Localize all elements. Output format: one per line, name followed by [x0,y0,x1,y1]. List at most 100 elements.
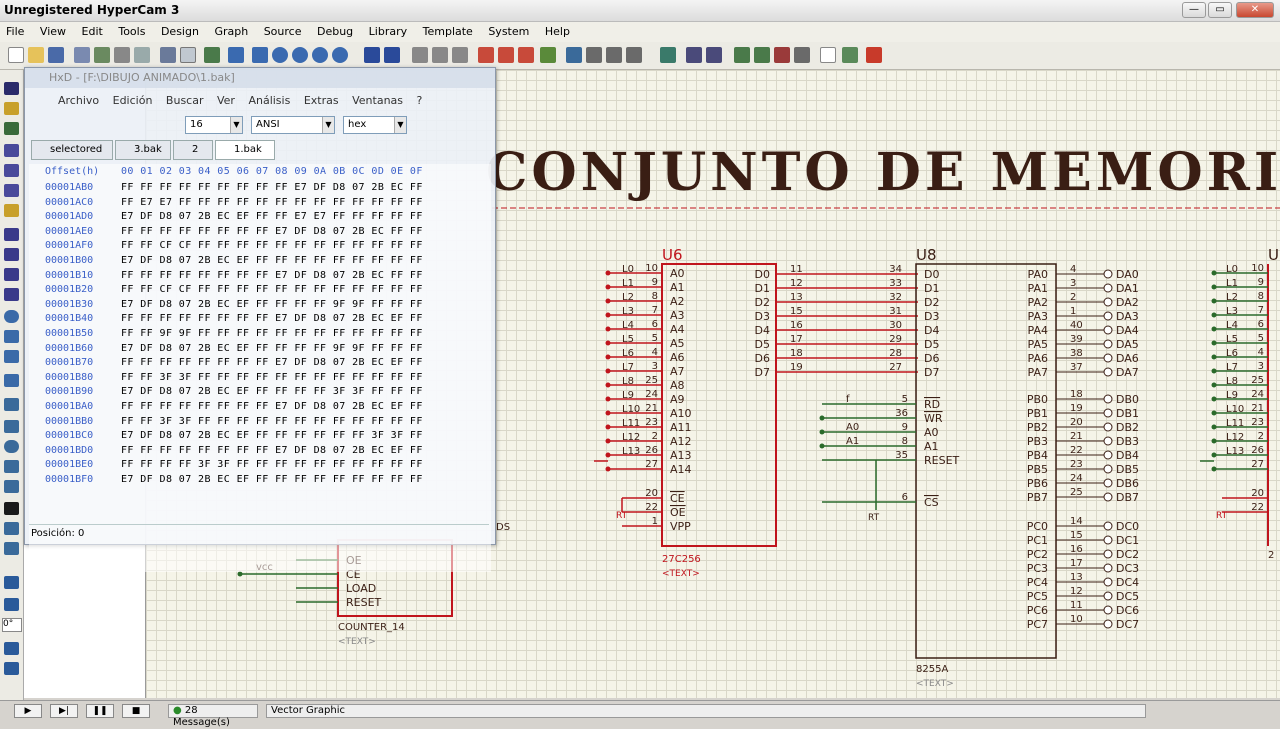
hex-row[interactable]: 00001AD0 E7 DF D8 07 2B EC EF FF FF E7 E7… [29,211,491,226]
hxd-charset-select[interactable]: ANSI ▼ [251,116,335,134]
paste-icon[interactable] [452,47,468,63]
menu-graph[interactable]: Graph [208,22,254,38]
block-copy-icon[interactable] [478,47,494,63]
angle-field[interactable]: 0° [2,618,22,632]
decompose-icon[interactable] [626,47,642,63]
hxd-tab-selectored[interactable]: selectored [31,140,113,160]
junction-mode-icon[interactable] [4,122,19,135]
component-mode-icon[interactable] [4,102,19,115]
copy-icon[interactable] [432,47,448,63]
selection-mode-icon[interactable] [4,82,19,95]
redraw-icon[interactable] [160,47,176,63]
hxd-menu-ver[interactable]: Ver [212,92,240,109]
hex-row[interactable]: 00001B20 FF FF CF CF FF FF FF FF FF FF FF… [29,284,491,299]
stop-button[interactable]: ■ [122,704,150,718]
hex-row[interactable]: 00001B70 FF FF FF FF FF FF FF FF E7 DF D8… [29,357,491,372]
packaging-icon[interactable] [606,47,622,63]
line-icon[interactable] [4,398,19,411]
erc-icon[interactable] [820,47,836,63]
hex-row[interactable]: 00001B60 E7 DF D8 07 2B EC EF FF FF FF FF… [29,343,491,358]
exit-parent-icon[interactable] [774,47,790,63]
menu-debug[interactable]: Debug [311,22,359,38]
hxd-tab-1bak[interactable]: 1.bak [215,140,275,160]
text-icon[interactable] [4,502,19,515]
messages-status[interactable]: ● 28 Message(s) [168,704,258,728]
hex-row[interactable]: 00001AC0 FF E7 E7 FF FF FF FF FF FF FF FF… [29,197,491,212]
hex-row[interactable]: 00001B80 FF FF 3F 3F FF FF FF FF FF FF FF… [29,372,491,387]
zoom-in-icon[interactable] [272,47,288,63]
wire-autorouter-icon[interactable] [660,47,676,63]
zoom-out-icon[interactable] [292,47,308,63]
area-icon[interactable] [134,47,150,63]
hex-editor-area[interactable]: Offset(h) 00 01 02 03 04 05 06 07 08 09 … [29,164,491,572]
tape-icon[interactable] [4,288,19,301]
print-icon[interactable] [114,47,130,63]
pan-icon[interactable] [228,47,244,63]
ares-icon[interactable] [866,47,882,63]
hxd-menu-ventanas[interactable]: Ventanas [347,92,408,109]
hex-row[interactable]: 00001BA0 FF FF FF FF FF FF FF FF E7 DF D8… [29,401,491,416]
new-icon[interactable] [8,47,24,63]
menu-view[interactable]: View [34,22,72,38]
step-button[interactable]: ▶| [50,704,78,718]
path-icon[interactable] [4,480,19,493]
menu-edit[interactable]: Edit [76,22,109,38]
property-assign-icon[interactable] [706,47,722,63]
minimize-button[interactable]: — [1182,2,1206,18]
netlist-icon[interactable] [842,47,858,63]
hex-row[interactable]: 00001B90 E7 DF D8 07 2B EC EF FF FF FF FF… [29,386,491,401]
current-probe-icon[interactable] [4,350,19,363]
menu-source[interactable]: Source [258,22,308,38]
wire-label-icon[interactable] [4,144,19,157]
zoom-area-icon[interactable] [332,47,348,63]
hex-row[interactable]: 00001BE0 FF FF FF FF 3F 3F FF FF FF FF FF… [29,459,491,474]
hex-row[interactable]: 00001B30 E7 DF D8 07 2B EC EF FF FF FF FF… [29,299,491,314]
hex-row[interactable]: 00001AE0 FF FF FF FF FF FF FF FF E7 DF D8… [29,226,491,241]
pick-device-icon[interactable] [566,47,582,63]
u6-chip[interactable]: U6 27C256 <TEXT> 10 A0 L0 9 A1 L1 8 A2 L2 7 A3 L3 6 A4 L4… [594,246,918,579]
box-icon[interactable] [4,420,19,433]
new-sheet-icon[interactable] [734,47,750,63]
search-tag-icon[interactable] [686,47,702,63]
subcircuit-icon[interactable] [4,204,19,217]
pause-button[interactable]: ❚❚ [86,704,114,718]
block-rotate-icon[interactable] [518,47,534,63]
hxd-menu-buscar[interactable]: Buscar [161,92,209,109]
hxd-tab-3bak[interactable]: 3.bak [115,140,171,160]
mirror-y-icon[interactable] [4,662,19,675]
hex-row[interactable]: 00001BC0 E7 DF D8 07 2B EC EF FF FF FF FF… [29,430,491,445]
hex-row[interactable]: 00001AF0 FF FF CF CF FF FF FF FF FF FF FF… [29,240,491,255]
menu-template[interactable]: Template [417,22,479,38]
voltage-probe-icon[interactable] [4,330,19,343]
menu-tools[interactable]: Tools [112,22,151,38]
arc-icon[interactable] [4,460,19,473]
hex-row[interactable]: 00001B40 FF FF FF FF FF FF FF FF E7 DF D8… [29,313,491,328]
origin-icon[interactable] [204,47,220,63]
buses-icon[interactable] [4,184,19,197]
hex-row[interactable]: 00001BB0 FF FF 3F 3F FF FF FF FF FF FF FF… [29,416,491,431]
block-move-icon[interactable] [498,47,514,63]
make-device-icon[interactable] [586,47,602,63]
text-script-icon[interactable] [4,164,19,177]
instruments-icon[interactable] [4,374,19,387]
grid-icon[interactable] [180,47,196,63]
bom-icon[interactable] [794,47,810,63]
menu-design[interactable]: Design [155,22,205,38]
hxd-columns-select[interactable]: 16 ▼ [185,116,243,134]
hxd-menu-archivo[interactable]: Archivo [53,92,104,109]
u9-chip-partial[interactable]: U 10 L0 9 L1 8 L2 7 L3 6 L4 5 L5 4 L6 3 L7 25 L8 24 L9 21 L10 2… [1200,246,1279,561]
zoom-all-icon[interactable] [312,47,328,63]
undo-icon[interactable] [364,47,380,63]
hxd-menu-extras[interactable]: Extras [299,92,344,109]
import-icon[interactable] [74,47,90,63]
rotate-ccw-icon[interactable] [4,598,19,611]
hex-row[interactable]: 00001AB0 FF FF FF FF FF FF FF FF FF E7 DF… [29,182,491,197]
hxd-menu-edicion[interactable]: Edición [108,92,158,109]
hxd-menu-help[interactable]: ? [412,92,428,109]
graph-icon[interactable] [4,268,19,281]
rotate-cw-icon[interactable] [4,576,19,589]
mirror-x-icon[interactable] [4,642,19,655]
menu-library[interactable]: Library [363,22,413,38]
hex-row[interactable]: 00001B00 E7 DF D8 07 2B EC EF FF FF FF FF… [29,255,491,270]
hxd-tab-2[interactable]: 2 [173,140,213,160]
